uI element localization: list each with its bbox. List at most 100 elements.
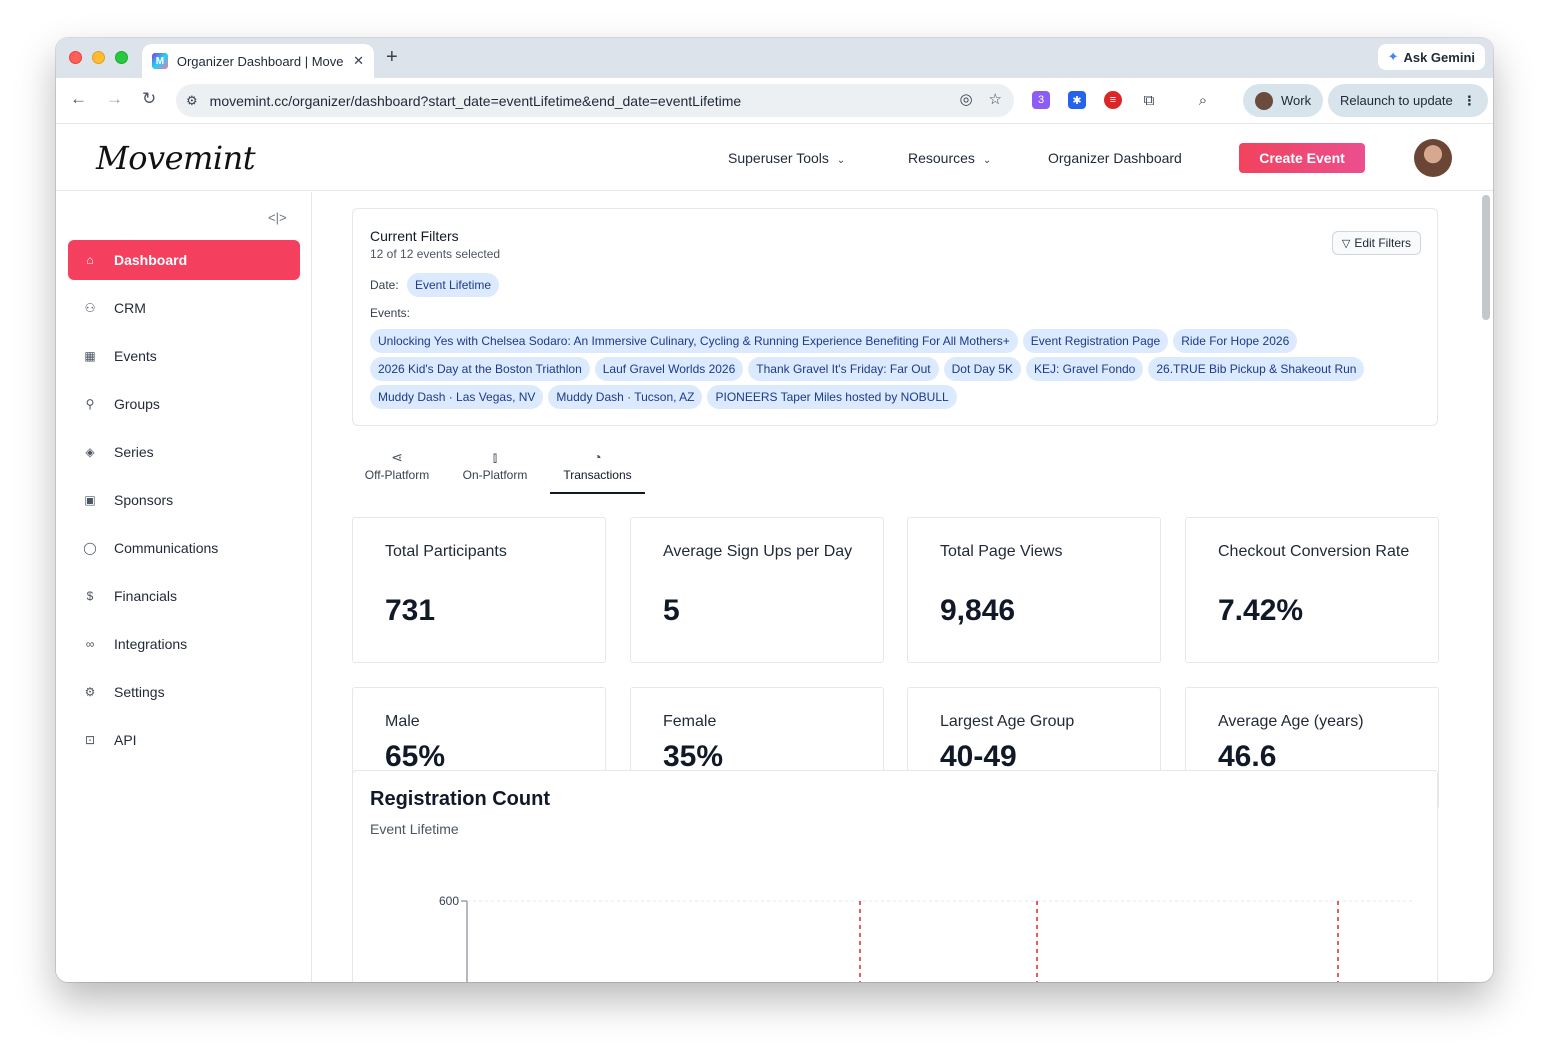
- edit-filters-button[interactable]: ▽ Edit Filters: [1331, 231, 1421, 255]
- maximize-window-button[interactable]: [115, 51, 128, 64]
- profile-button[interactable]: Work: [1243, 84, 1323, 117]
- relaunch-button[interactable]: Relaunch to update ⋮: [1328, 84, 1488, 117]
- filter-icon: ▽: [1341, 237, 1351, 250]
- sidebar-item-dashboard[interactable]: ⌂ Dashboard: [68, 240, 300, 280]
- extension-badge-count: 3: [1037, 94, 1045, 106]
- event-filter-chip: KEJ: Gravel Fondo: [1025, 357, 1144, 381]
- stat-label: Average Age (years): [1218, 713, 1364, 730]
- sidebar-item-financials[interactable]: $ Financials: [68, 576, 300, 616]
- site-settings-icon[interactable]: ⚙: [186, 93, 198, 109]
- sidebar-item-integrations[interactable]: ∞ Integrations: [68, 624, 300, 664]
- create-event-button[interactable]: Create Event: [1239, 143, 1365, 173]
- stat-value: 40-49: [940, 740, 1017, 773]
- users-icon: ⚇: [84, 301, 96, 315]
- url-text: movemint.cc/organizer/dashboard?start_da…: [209, 92, 742, 109]
- calendar-icon: ▦: [84, 349, 96, 363]
- filters-title: Current Filters: [370, 228, 459, 244]
- sidebar-item-sponsors[interactable]: ▣ Sponsors: [68, 480, 300, 520]
- more-menu-icon[interactable]: ⋮: [1463, 93, 1476, 109]
- tab-label: Transactions: [563, 468, 632, 482]
- page-scrollbar[interactable]: [1482, 195, 1490, 320]
- event-filter-chip: PIONEERS Taper Miles hosted by NOBULL: [707, 385, 957, 409]
- sidebar-item-api[interactable]: ⊡ API: [68, 720, 300, 760]
- nav-organizer-dashboard[interactable]: Organizer Dashboard: [1048, 150, 1182, 166]
- browser-window: M Organizer Dashboard | Movem ✕ + ✦ Ask …: [56, 38, 1493, 982]
- extension-snowflake-icon[interactable]: ✱: [1068, 91, 1086, 109]
- forward-arrow-icon[interactable]: →: [106, 89, 123, 109]
- new-tab-icon[interactable]: +: [386, 46, 398, 69]
- sidebar-item-communications[interactable]: ◯ Communications: [68, 528, 300, 568]
- stat-card-total-participants: Total Participants 731: [352, 517, 606, 663]
- briefcase-icon: ▣: [84, 493, 96, 507]
- home-icon: ⌂: [86, 253, 94, 267]
- app-header: Movemint Superuser Tools ⌄ Resources ⌄ Org…: [56, 125, 1493, 191]
- stat-label: Checkout Conversion Rate: [1218, 543, 1410, 560]
- layers-icon: ◈: [85, 445, 95, 459]
- event-filter-chip: Muddy Dash · Tucson, AZ: [548, 385, 703, 409]
- event-filter-chip: Event Registration Page: [1022, 329, 1169, 353]
- stat-label: Average Sign Ups per Day: [663, 543, 853, 560]
- sidebar-item-label: Sponsors: [114, 492, 174, 508]
- event-filter-chip: 26.TRUE Bib Pickup & Shakeout Run: [1148, 357, 1365, 381]
- sidebar-item-events[interactable]: ▦ Events: [68, 336, 300, 376]
- collapse-sidebar-icon[interactable]: <|>: [268, 210, 287, 225]
- nav-label: Superuser Tools: [728, 150, 829, 166]
- date-label: Date:: [370, 278, 399, 292]
- event-filter-chip: Ride For Hope 2026: [1173, 329, 1298, 353]
- app-viewport: Movemint Superuser Tools ⌄ Resources ⌄ Org…: [56, 125, 1493, 982]
- minimize-window-button[interactable]: [92, 51, 105, 64]
- browser-tab[interactable]: M Organizer Dashboard | Movem ✕: [142, 44, 374, 78]
- extension-badge-icon[interactable]: 3: [1032, 91, 1050, 109]
- sidebar-item-groups[interactable]: ⚲ Groups: [68, 384, 300, 424]
- stat-card-conversion-rate: Checkout Conversion Rate 7.42%: [1185, 517, 1439, 663]
- ask-gemini-button[interactable]: ✦ Ask Gemini: [1377, 44, 1485, 70]
- tab-on-platform[interactable]: ⫾ On-Platform: [452, 446, 538, 494]
- user-avatar[interactable]: [1414, 139, 1452, 177]
- stat-value: 731: [385, 594, 436, 627]
- stat-card-page-views: Total Page Views 9,846: [907, 517, 1161, 663]
- stat-label: Total Page Views: [940, 543, 1063, 560]
- filters-subtitle: 12 of 12 events selected: [370, 247, 501, 261]
- sidebar-item-settings[interactable]: ⚙ Settings: [68, 672, 300, 712]
- tab-transactions[interactable]: ◔ Transactions: [550, 446, 645, 494]
- profile-label: Work: [1281, 93, 1312, 108]
- sidebar-item-crm[interactable]: ⚇ CRM: [68, 288, 300, 328]
- event-filter-chip: Dot Day 5K: [943, 357, 1021, 381]
- tab-off-platform[interactable]: ⋖ Off-Platform: [352, 446, 442, 494]
- movemint-logo[interactable]: Movemint: [96, 139, 256, 177]
- stat-label: Largest Age Group: [940, 713, 1075, 730]
- bookmark-star-icon[interactable]: ☆: [989, 90, 1002, 108]
- dollar-icon: $: [86, 589, 94, 603]
- sidebar-item-series[interactable]: ◈ Series: [68, 432, 300, 472]
- address-bar[interactable]: ⚙ movemint.cc/organizer/dashboard?start_…: [176, 84, 1014, 117]
- reload-icon[interactable]: ↻: [142, 89, 156, 109]
- y-tick-label: 600: [439, 894, 459, 908]
- extensions-puzzle-icon[interactable]: ⧉: [1140, 91, 1158, 109]
- sidebar-item-label: Dashboard: [114, 252, 188, 268]
- nav-superuser-tools[interactable]: Superuser Tools ⌄: [728, 150, 845, 166]
- sidebar-item-label: Series: [114, 444, 154, 460]
- gemini-sparkle-icon: ✦: [1387, 49, 1399, 64]
- registration-chart: 600: [439, 894, 1413, 982]
- sidebar-item-label: Integrations: [114, 636, 188, 652]
- chevron-down-icon: ⌄: [982, 155, 992, 166]
- relaunch-label: Relaunch to update: [1340, 93, 1453, 108]
- back-arrow-icon[interactable]: ←: [70, 89, 87, 109]
- sidebar-item-label: Financials: [114, 588, 178, 604]
- tab-search-icon[interactable]: ⌕: [1194, 91, 1212, 109]
- close-tab-icon[interactable]: ✕: [353, 53, 364, 69]
- bot-icon: ⊡: [84, 733, 96, 747]
- close-window-button[interactable]: [69, 51, 82, 64]
- stat-value: 65%: [385, 740, 446, 773]
- nav-resources[interactable]: Resources ⌄: [908, 150, 991, 166]
- extension-flag-icon[interactable]: ≡: [1104, 91, 1122, 109]
- profile-avatar: [1255, 91, 1273, 110]
- event-filter-chip: 2026 Kid's Day at the Boston Triathlon: [370, 357, 590, 381]
- gear-icon: ⚙: [84, 685, 96, 699]
- stat-label: Total Participants: [385, 543, 507, 560]
- events-label: Events:: [370, 306, 411, 320]
- pie-chart-icon: ◔: [593, 449, 602, 465]
- movemint-favicon-icon: M: [152, 53, 168, 69]
- eye-off-icon[interactable]: ◎: [959, 90, 972, 108]
- edit-filters-label: Edit Filters: [1354, 236, 1411, 250]
